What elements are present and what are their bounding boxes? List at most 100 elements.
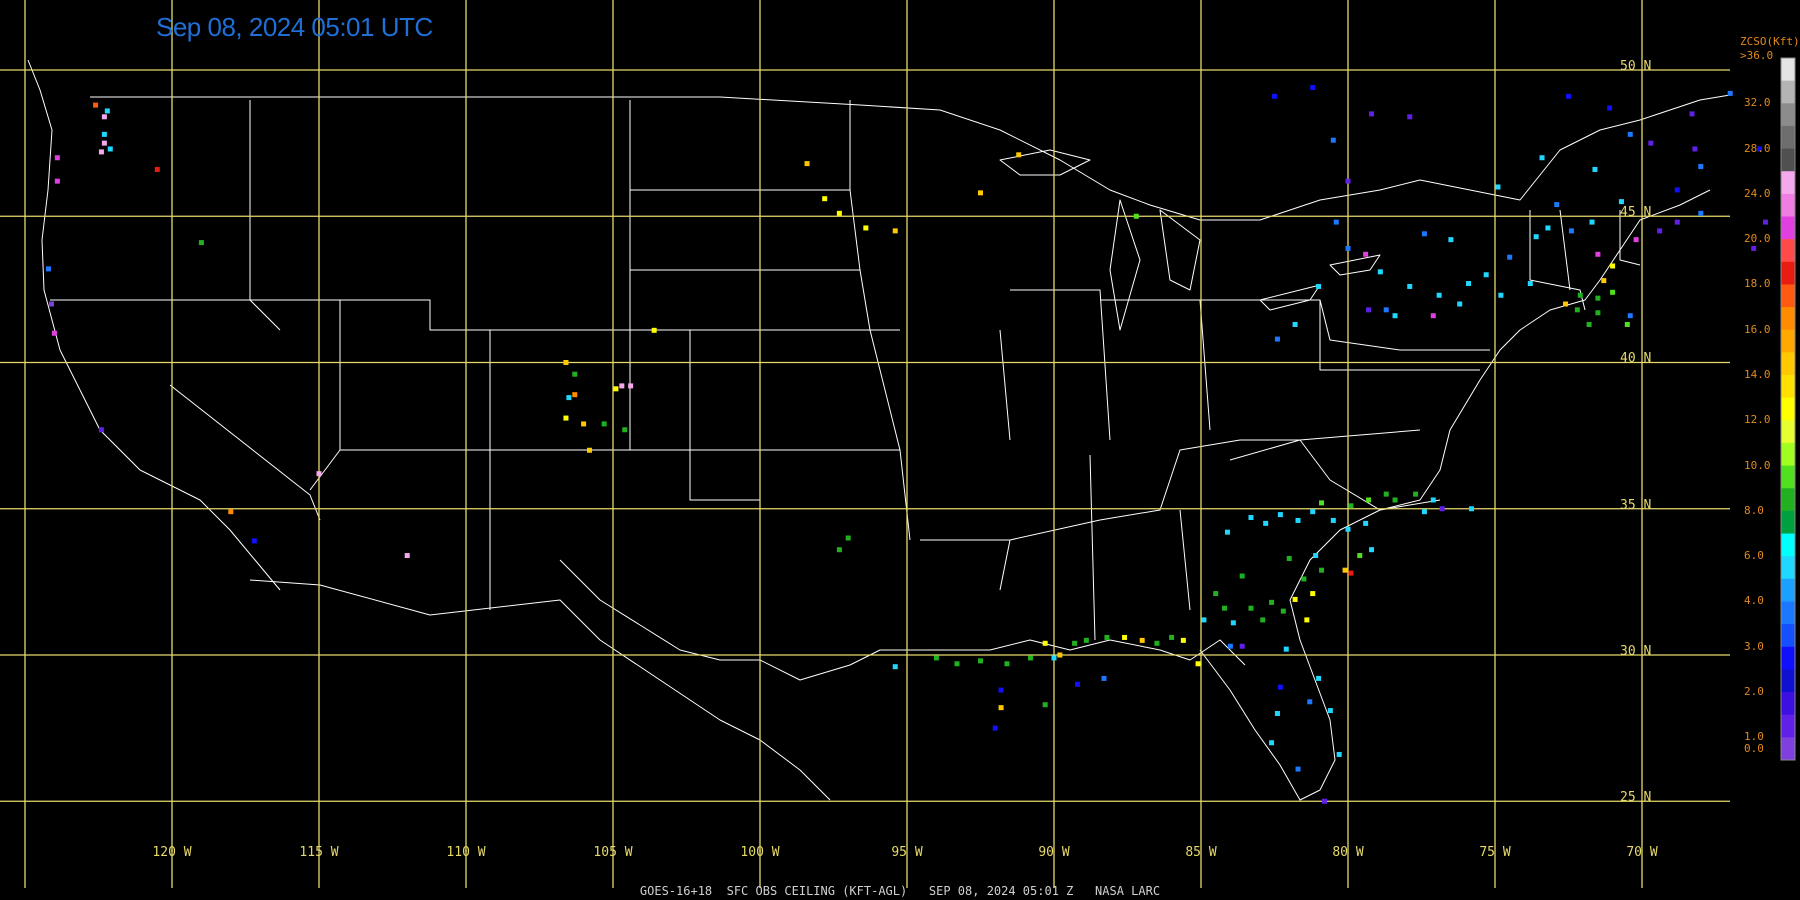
legend-label: 4.0: [1744, 594, 1764, 608]
observation-marker: [1554, 202, 1560, 208]
observation-marker: [1392, 497, 1398, 503]
footer-caption: GOES-16+18 SFC OBS CEILING (KFT-AGL) SEP…: [639, 884, 1161, 898]
observation-marker: [1319, 500, 1325, 506]
lat-label: 35 N: [1620, 498, 1652, 513]
lon-label: 70 W: [1626, 845, 1658, 860]
observation-marker: [1751, 245, 1757, 251]
observation-marker: [1363, 251, 1369, 257]
lon-label: 120 W: [152, 845, 192, 860]
observation-marker: [1369, 111, 1375, 117]
legend-title: ZCSO(Kft): [1740, 35, 1800, 48]
legend-swatch: [1781, 307, 1795, 331]
observation-marker: [1248, 515, 1254, 521]
observation-marker: [1627, 313, 1633, 319]
observation-marker: [1601, 278, 1607, 284]
legend-swatch: [1781, 692, 1795, 716]
observation-marker: [1213, 591, 1219, 597]
legend-swatch: [1781, 646, 1795, 670]
legend-swatch: [1781, 125, 1795, 150]
observation-marker: [1436, 292, 1442, 298]
legend-swatch: [1781, 737, 1795, 761]
observation-marker: [1345, 178, 1351, 184]
observation-marker: [404, 553, 410, 559]
lat-label: 50 N: [1620, 59, 1652, 74]
observation-marker: [1269, 740, 1275, 746]
observation-marker: [1133, 213, 1139, 219]
observation-marker: [1648, 140, 1654, 146]
observation-marker: [1307, 699, 1313, 705]
observation-marker: [1277, 512, 1283, 518]
legend-swatch: [1781, 261, 1795, 285]
observation-marker: [101, 131, 107, 137]
observation-marker: [1042, 640, 1048, 646]
observation-marker: [1610, 289, 1616, 295]
observation-marker: [1692, 146, 1698, 152]
legend-swatch: [1781, 171, 1795, 195]
observation-marker: [1263, 520, 1269, 526]
observation-marker: [1139, 637, 1145, 643]
observation-marker: [619, 383, 625, 389]
legend-swatch: [1781, 556, 1795, 580]
lat-label: 30 N: [1620, 644, 1652, 659]
observation-marker: [1468, 506, 1474, 512]
observation-marker: [1568, 228, 1574, 234]
observation-marker: [1539, 155, 1545, 161]
legend-label: 24.0: [1744, 186, 1771, 200]
lon-label: 105 W: [593, 845, 633, 860]
legend-label: 28.0: [1744, 141, 1771, 155]
observation-marker: [198, 240, 204, 246]
observation-marker: [1448, 237, 1454, 243]
observation-marker: [154, 166, 160, 172]
legend-label: 2.0: [1744, 685, 1764, 699]
observation-marker: [1027, 655, 1033, 661]
observation-marker: [1383, 307, 1389, 313]
observation-marker: [1310, 509, 1316, 515]
lon-label: 75 W: [1479, 845, 1511, 860]
legend-swatch: [1781, 375, 1795, 399]
observation-marker: [54, 155, 60, 161]
legend-swatch: [1781, 103, 1795, 127]
observation-marker: [1574, 307, 1580, 313]
observation-marker: [1227, 643, 1233, 649]
legend-swatch: [1781, 284, 1795, 308]
observation-marker: [572, 371, 578, 377]
observation-marker: [1292, 321, 1298, 327]
observation-marker: [1239, 573, 1245, 579]
observation-marker: [1674, 187, 1680, 193]
observation-marker: [1180, 637, 1186, 643]
timestamp: Sep 08, 2024 05:01 UTC: [156, 12, 433, 42]
observation-marker: [1366, 497, 1372, 503]
observation-marker: [54, 178, 60, 184]
observation-marker: [1624, 321, 1630, 327]
observation-marker: [1610, 263, 1616, 269]
observation-marker: [93, 102, 99, 108]
observation-marker: [1286, 555, 1292, 561]
observation-marker: [1274, 711, 1280, 716]
observation-marker: [1292, 596, 1298, 602]
observation-marker: [1366, 307, 1372, 313]
legend-label: 0.0: [1744, 741, 1764, 755]
observation-marker: [978, 658, 983, 664]
observation-marker: [1383, 491, 1389, 497]
observation-marker: [1595, 295, 1601, 301]
observation-marker: [1301, 576, 1307, 582]
observation-marker: [1224, 529, 1230, 535]
observation-marker: [1239, 643, 1245, 649]
observation-marker: [1689, 111, 1695, 117]
lon-label: 95 W: [891, 845, 923, 860]
observation-marker: [1595, 310, 1601, 316]
observation-marker: [1495, 184, 1501, 190]
legend-label: 32.0: [1744, 96, 1771, 110]
legend-swatch: [1781, 714, 1795, 738]
observation-marker: [1589, 219, 1595, 225]
observation-marker: [1195, 661, 1201, 667]
observation-marker: [1457, 301, 1463, 307]
observation-marker: [1072, 640, 1078, 646]
observation-marker: [1321, 798, 1327, 804]
observation-marker: [1345, 526, 1351, 532]
observation-marker: [107, 146, 113, 152]
legend-swatch: [1781, 397, 1795, 421]
legend-swatch: [1781, 216, 1795, 240]
observation-marker: [1260, 617, 1266, 623]
legend-label: 10.0: [1744, 458, 1771, 472]
